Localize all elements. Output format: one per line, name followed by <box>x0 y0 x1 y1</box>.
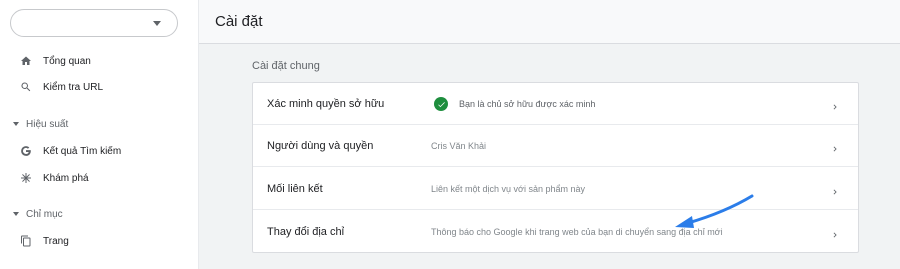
chevron-right-icon <box>830 99 840 109</box>
sidebar-item-url-inspection[interactable]: Kiểm tra URL <box>0 73 198 101</box>
search-icon <box>19 80 33 94</box>
sidebar-item-search-results[interactable]: Kết quả Tìm kiếm <box>0 137 198 165</box>
sidebar: Tổng quan Kiểm tra URL Hiệu suất Kết quả… <box>0 0 198 269</box>
page-header: Cài đặt <box>199 0 900 44</box>
row-value: Bạn là chủ sở hữu được xác minh <box>459 98 596 109</box>
google-g-icon <box>19 144 33 158</box>
row-label: Xác minh quyền sở hữu <box>267 97 385 110</box>
asterisk-icon <box>19 171 33 185</box>
sidebar-item-discover[interactable]: Khám phá <box>0 164 198 192</box>
dropdown-caret-icon <box>153 21 161 26</box>
section-title: Cài đặt chung <box>252 60 320 72</box>
row-label: Mối liên kết <box>267 182 323 195</box>
annotation-arrow-icon <box>675 194 754 228</box>
verified-check-icon <box>434 97 448 111</box>
sidebar-item-label: Tổng quan <box>43 55 91 67</box>
sidebar-section-label: Hiệu suất <box>26 118 69 130</box>
settings-row-associations[interactable]: Mối liên kết Liên kết một dịch vụ với sả… <box>253 168 858 210</box>
chevron-right-icon <box>830 227 840 238</box>
sidebar-section-performance[interactable]: Hiệu suất <box>0 114 198 134</box>
sidebar-item-overview[interactable]: Tổng quan <box>0 47 198 75</box>
sidebar-section-label: Chỉ mục <box>26 208 63 220</box>
settings-card: Xác minh quyền sở hữu Bạn là chủ sở hữu … <box>252 82 859 253</box>
sidebar-item-label: Trang <box>43 235 69 247</box>
collapse-triangle-icon <box>13 212 19 216</box>
settings-row-change-of-address[interactable]: Thay đổi địa chỉ Thông báo cho Google kh… <box>253 211 858 253</box>
settings-row-users-permissions[interactable]: Người dùng và quyền Cris Văn Khải <box>253 125 858 167</box>
property-selector[interactable] <box>10 9 178 37</box>
settings-row-ownership-verification[interactable]: Xác minh quyền sở hữu Bạn là chủ sở hữu … <box>253 83 858 125</box>
sidebar-section-index[interactable]: Chỉ mục <box>0 204 198 224</box>
chevron-right-icon <box>830 184 840 194</box>
chevron-right-icon <box>830 141 840 151</box>
home-icon <box>19 54 33 68</box>
row-label: Người dùng và quyền <box>267 139 374 152</box>
row-value: Cris Văn Khải <box>431 140 487 151</box>
sidebar-item-label: Kết quả Tìm kiếm <box>43 145 122 157</box>
sidebar-item-pages[interactable]: Trang <box>0 227 198 255</box>
page-title: Cài đặt <box>215 13 263 30</box>
sidebar-item-label: Kiểm tra URL <box>43 81 104 93</box>
sidebar-item-label: Khám phá <box>43 172 89 184</box>
collapse-triangle-icon <box>13 122 19 126</box>
pages-icon <box>19 234 33 248</box>
row-label: Thay đổi địa chỉ <box>267 226 345 238</box>
row-value: Liên kết một dịch vụ với sản phẩm này <box>431 183 585 194</box>
